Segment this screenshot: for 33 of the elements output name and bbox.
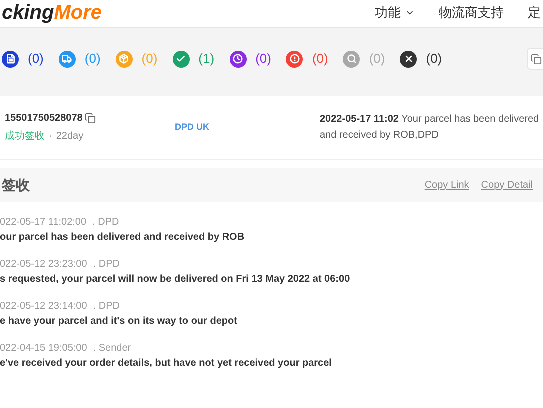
event-source: . Sender <box>93 342 132 356</box>
event-time: 022-05-12 23:14:00 <box>0 300 88 314</box>
copy-icon <box>531 54 542 64</box>
age-text: 22day <box>56 130 84 144</box>
status-filter[interactable]: (0) <box>58 49 101 69</box>
status-filter[interactable]: (0) <box>230 49 272 69</box>
event-source: . DPD <box>92 216 120 230</box>
status-filter[interactable]: (0) <box>2 49 44 69</box>
section-heading: 签收 <box>2 176 30 194</box>
event-time: 022-05-17 11:02:00 <box>0 216 87 230</box>
event-time: 022-05-12 23:23:00 <box>0 258 88 272</box>
nav-link[interactable]: 定 <box>528 5 541 21</box>
event-source: . DPD <box>93 258 120 272</box>
status-filter[interactable]: (0) <box>400 49 442 69</box>
copy-link[interactable]: Copy Link <box>424 178 470 192</box>
tracking-number: 15501750528078 <box>5 112 83 126</box>
event-description: s requested, your parcel will now be delivered on Fri 13 May 2022 at 06:00 <box>0 273 352 287</box>
event-source: . DPD <box>93 300 120 314</box>
event-description: our parcel has been delivered and received by ROB <box>0 231 246 245</box>
nav-link[interactable]: 功能 <box>375 5 415 21</box>
nav-link[interactable]: 物流商支持 <box>439 5 504 21</box>
copy-icon[interactable] <box>84 113 96 124</box>
status-text: 成功签收 <box>5 130 45 144</box>
carrier-name: DPD UK <box>175 120 211 134</box>
separator-dot: · <box>49 130 52 144</box>
event-description: e've received your order details, but have not yet received your parcel <box>0 357 333 371</box>
event-time: 022-04-15 19:05:00 <box>0 342 88 356</box>
latest-event: 2022-05-17 11:02 Your parcel has been delivered and received by ROB,DPD <box>320 112 540 142</box>
status-filter[interactable]: (0) <box>286 49 328 69</box>
copy-link[interactable]: Copy Detail <box>481 178 533 192</box>
status-filter[interactable]: (1) <box>172 49 215 69</box>
event-description: e have your parcel and it's on its way to our depot <box>0 315 238 329</box>
logo[interactable]: ckingMore <box>2 1 102 25</box>
